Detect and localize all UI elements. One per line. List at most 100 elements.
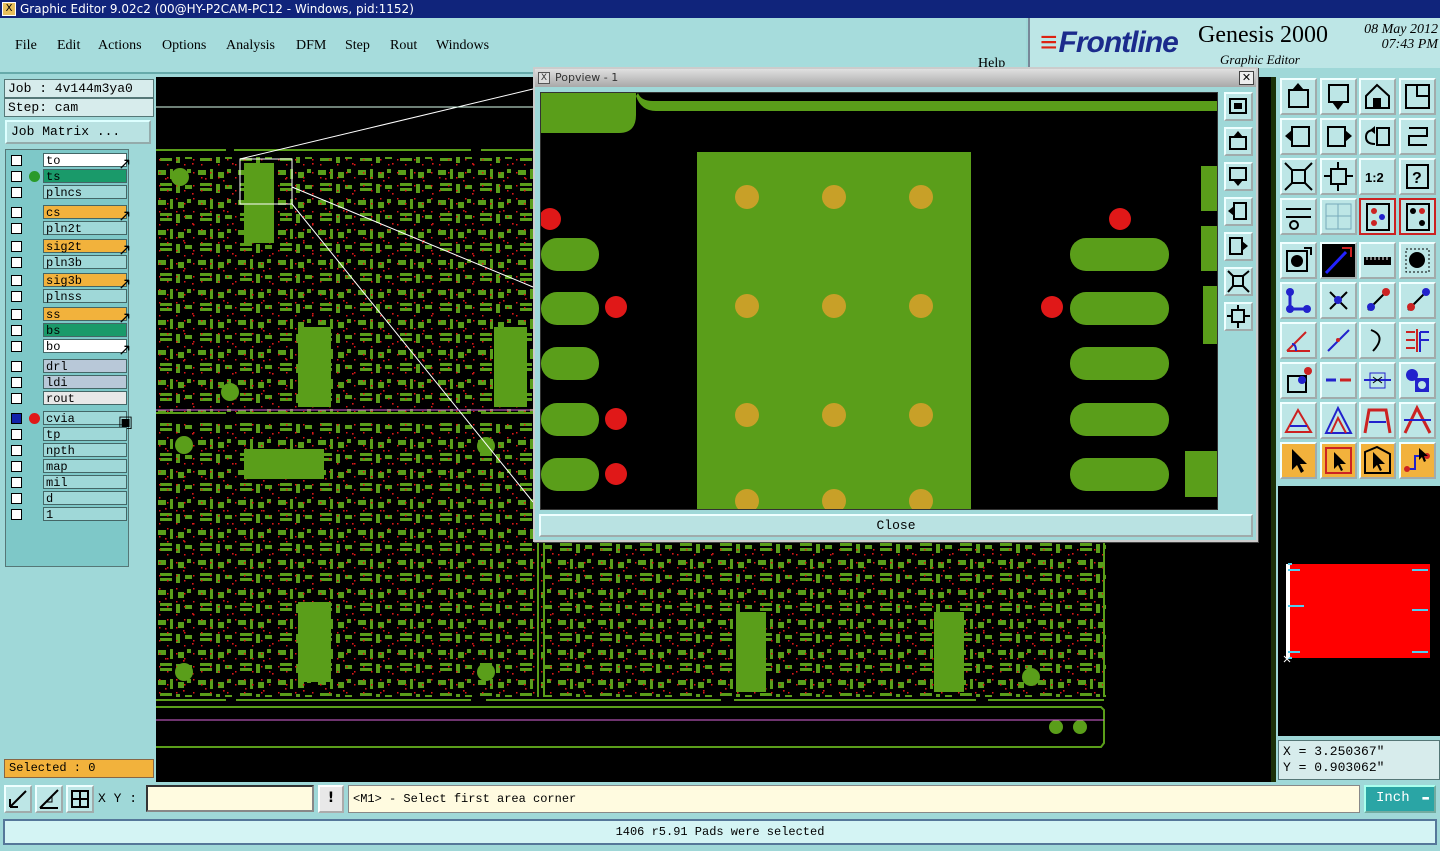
layer-row-to[interactable]: to ↗ bbox=[8, 153, 131, 173]
popview-pan-down-button[interactable] bbox=[1224, 162, 1253, 191]
layer-name[interactable]: sig2t bbox=[43, 239, 127, 254]
tool-zoom-in-button[interactable] bbox=[1280, 158, 1317, 195]
layer-checkbox[interactable] bbox=[11, 477, 22, 488]
tool-angle-button[interactable] bbox=[1280, 322, 1317, 359]
layer-row-tp[interactable]: tp bbox=[8, 427, 127, 442]
layer-checkbox[interactable] bbox=[11, 241, 22, 252]
layer-name[interactable]: ts bbox=[43, 169, 127, 184]
layer-checkbox[interactable] bbox=[11, 361, 22, 372]
tool-cross-button[interactable] bbox=[1320, 282, 1357, 319]
layer-name[interactable]: bo bbox=[43, 339, 127, 354]
layer-name[interactable]: tp bbox=[43, 427, 127, 442]
layer-row-rout[interactable]: rout bbox=[8, 391, 127, 406]
grid-snap-button[interactable] bbox=[66, 785, 94, 813]
layer-row-bs[interactable]: bs bbox=[8, 323, 127, 338]
measure-mode-button[interactable] bbox=[35, 785, 63, 813]
menu-step[interactable]: Step bbox=[345, 38, 370, 54]
tool-select-button[interactable] bbox=[1280, 442, 1317, 479]
tool-triangle-button[interactable] bbox=[1280, 402, 1317, 439]
layer-name[interactable]: d bbox=[43, 491, 127, 506]
layer-checkbox[interactable] bbox=[11, 275, 22, 286]
popview-icon[interactable]: X bbox=[538, 72, 550, 84]
menu-file[interactable]: File bbox=[15, 38, 37, 54]
layer-checkbox[interactable] bbox=[11, 509, 22, 520]
layer-checkbox[interactable] bbox=[11, 429, 22, 440]
layer-name[interactable]: bs bbox=[43, 323, 127, 338]
xy-input[interactable] bbox=[146, 785, 314, 812]
layer-name[interactable]: ss bbox=[43, 307, 127, 322]
layer-row-d[interactable]: d bbox=[8, 491, 127, 506]
menu-options[interactable]: Options bbox=[162, 38, 206, 54]
layer-name[interactable]: map bbox=[43, 459, 127, 474]
layer-checkbox[interactable] bbox=[11, 187, 22, 198]
layer-row-ldi[interactable]: ldi bbox=[8, 375, 127, 390]
layer-checkbox[interactable] bbox=[11, 377, 22, 388]
layer-checkbox[interactable] bbox=[11, 393, 22, 404]
tool-line-blue-button[interactable] bbox=[1399, 282, 1436, 319]
layer-row-sig3b[interactable]: sig3b ↗ bbox=[8, 273, 131, 293]
layer-row-pln2t[interactable]: pln2t bbox=[8, 221, 127, 236]
layer-checkbox[interactable] bbox=[11, 461, 22, 472]
layer-row-npth[interactable]: npth bbox=[8, 443, 127, 458]
tool-ruler-button[interactable] bbox=[1359, 242, 1396, 279]
tool-scale-1-2-button[interactable]: 1:2 bbox=[1359, 158, 1396, 195]
tool-surface-button[interactable] bbox=[1280, 362, 1317, 399]
tool-round-pad-button[interactable] bbox=[1399, 242, 1436, 279]
tool-pad-add-button[interactable] bbox=[1280, 242, 1317, 279]
layer-name[interactable]: ldi bbox=[43, 375, 127, 390]
tool-connect-button[interactable] bbox=[1280, 282, 1317, 319]
layer-row-drl[interactable]: drl bbox=[8, 359, 127, 374]
tool-measure-button[interactable] bbox=[1359, 362, 1396, 399]
layer-row-bo[interactable]: bo ↗ bbox=[8, 339, 131, 359]
tool-triangle-outline-button[interactable] bbox=[1320, 402, 1357, 439]
layer-name[interactable]: pln2t bbox=[43, 221, 127, 236]
layer-row-ts[interactable]: ts bbox=[8, 169, 127, 184]
tool-home-button[interactable] bbox=[1359, 78, 1396, 115]
tool-polarity-button[interactable] bbox=[1399, 322, 1436, 359]
layer-checkbox[interactable] bbox=[11, 341, 22, 352]
layer-checkbox[interactable] bbox=[11, 309, 22, 320]
tool-copy-shapes-button[interactable] bbox=[1399, 362, 1436, 399]
menu-edit[interactable]: Edit bbox=[57, 38, 80, 54]
layer-name[interactable]: plnss bbox=[43, 289, 127, 304]
layer-checkbox[interactable] bbox=[11, 325, 22, 336]
tool-select-polygon-button[interactable] bbox=[1359, 442, 1396, 479]
layer-checkbox[interactable] bbox=[11, 445, 22, 456]
tool-feature-display-button[interactable] bbox=[1399, 198, 1436, 235]
popview-pan-right-button[interactable] bbox=[1224, 232, 1253, 261]
popview-canvas[interactable] bbox=[540, 92, 1218, 510]
layer-row-map[interactable]: map bbox=[8, 459, 127, 474]
popview-zoom-out-button[interactable] bbox=[1224, 302, 1253, 331]
layer-checkbox[interactable] bbox=[11, 223, 22, 234]
exclamation-button[interactable]: ! bbox=[318, 785, 344, 813]
layer-row-pln3b[interactable]: pln3b bbox=[8, 255, 127, 270]
layer-name[interactable]: rout bbox=[43, 391, 127, 406]
popview-close-icon[interactable]: ✕ bbox=[1239, 71, 1254, 85]
layer-name[interactable]: npth bbox=[43, 443, 127, 458]
layer-row-sig2t[interactable]: sig2t ↗ bbox=[8, 239, 131, 259]
tool-undo-view-button[interactable] bbox=[1359, 118, 1396, 155]
layer-row-cvia[interactable]: cvia ▣ bbox=[8, 411, 133, 431]
tool-split-window-button[interactable] bbox=[1399, 78, 1436, 115]
tool-select-box-button[interactable] bbox=[1320, 442, 1357, 479]
tool-select-net-button[interactable] bbox=[1399, 442, 1436, 479]
tool-settings-button[interactable] bbox=[1280, 198, 1317, 235]
tool-pan-left-button[interactable] bbox=[1280, 118, 1317, 155]
popview-pan-up-button[interactable] bbox=[1224, 127, 1253, 156]
layer-checkbox[interactable] bbox=[11, 413, 22, 424]
layer-name[interactable]: cvia bbox=[43, 411, 127, 426]
layer-checkbox[interactable] bbox=[11, 171, 22, 182]
layer-row-plnss[interactable]: plnss bbox=[8, 289, 127, 304]
layer-checkbox[interactable] bbox=[11, 291, 22, 302]
tool-redraw-button[interactable] bbox=[1399, 118, 1436, 155]
layer-checkbox[interactable] bbox=[11, 493, 22, 504]
job-matrix-button[interactable]: Job Matrix ... bbox=[5, 120, 151, 144]
layer-checkbox[interactable] bbox=[11, 155, 22, 166]
popview-zoom-home-button[interactable] bbox=[1224, 92, 1253, 121]
menu-analysis[interactable]: Analysis bbox=[226, 38, 275, 54]
tool-arc-button[interactable] bbox=[1359, 322, 1396, 359]
layer-name[interactable]: mil bbox=[43, 475, 127, 490]
tool-line-red-button[interactable] bbox=[1359, 282, 1396, 319]
tool-pan-right-button[interactable] bbox=[1320, 118, 1357, 155]
tool-diagonal-button[interactable] bbox=[1320, 322, 1357, 359]
